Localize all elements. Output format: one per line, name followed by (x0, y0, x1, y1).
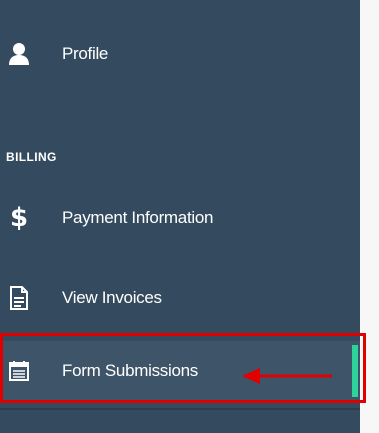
sidebar-item-label: Payment Information (62, 208, 214, 227)
dollar-glyph: $ (9, 203, 29, 233)
dollar-icon: $ (8, 205, 30, 231)
sidebar-item-view-invoices[interactable]: View Invoices (0, 268, 360, 328)
divider (0, 408, 360, 410)
sidebar-item-label: View Invoices (62, 288, 162, 307)
section-header-billing: BILLING (6, 150, 57, 164)
document-icon (8, 285, 30, 311)
sidebar-item-label: Profile (62, 44, 109, 63)
user-icon (8, 41, 30, 67)
sidebar-item-profile[interactable]: Profile (0, 24, 360, 84)
sidebar-item-payment-information[interactable]: $ Payment Information (0, 188, 360, 248)
annotation-arrow-icon (240, 366, 336, 391)
